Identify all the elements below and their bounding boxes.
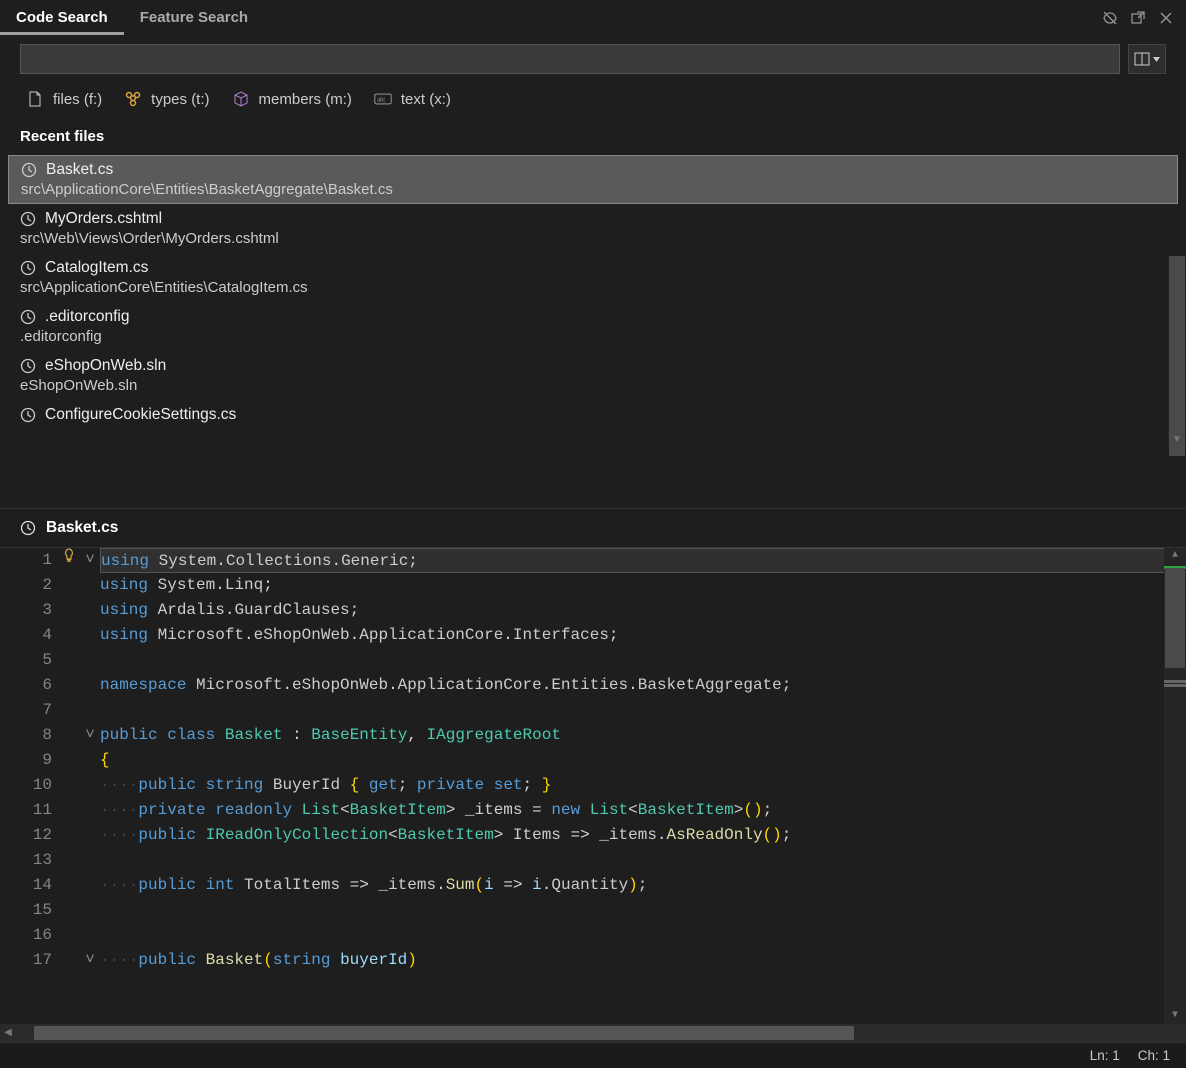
result-path: src\ApplicationCore\Entities\CatalogItem…	[20, 279, 1166, 296]
filter-types[interactable]: types (t:)	[124, 90, 209, 108]
result-item[interactable]: MyOrders.cshtml src\Web\Views\Order\MyOrd…	[0, 204, 1186, 253]
code-editor[interactable]: 1234567891011121314151617 ˅˅˅ using Syst…	[0, 548, 1186, 1024]
recent-files-header: Recent files	[0, 118, 1186, 155]
result-path: src\Web\Views\Order\MyOrders.cshtml	[20, 230, 1166, 247]
filter-label: types (t:)	[151, 91, 209, 108]
clock-icon	[20, 358, 36, 374]
popout-icon[interactable]	[1130, 10, 1146, 26]
status-line: Ln: 1	[1090, 1048, 1120, 1063]
types-icon	[124, 90, 142, 108]
result-path: src\ApplicationCore\Entities\BasketAggre…	[21, 181, 1165, 198]
clock-icon	[20, 211, 36, 227]
view-mode-button[interactable]	[1128, 44, 1166, 74]
tab-feature-search[interactable]: Feature Search	[124, 1, 264, 35]
eye-off-icon[interactable]	[1102, 10, 1118, 26]
result-item[interactable]: .editorconfig .editorconfig	[0, 302, 1186, 351]
result-name: ConfigureCookieSettings.cs	[45, 406, 236, 424]
clock-icon	[20, 520, 36, 536]
text-icon: ab|	[374, 90, 392, 108]
result-item[interactable]: CatalogItem.cs src\ApplicationCore\Entiti…	[0, 253, 1186, 302]
members-icon	[232, 90, 250, 108]
filter-files[interactable]: files (f:)	[26, 90, 102, 108]
clock-icon	[20, 407, 36, 423]
code-scrollbar[interactable]: ▲ ▼	[1164, 548, 1186, 1024]
preview-file-title: Basket.cs	[46, 519, 118, 537]
clock-icon	[20, 260, 36, 276]
close-icon[interactable]	[1158, 10, 1174, 26]
result-path: .editorconfig	[20, 328, 1166, 345]
result-item[interactable]: eShopOnWeb.sln eShopOnWeb.sln	[0, 351, 1186, 400]
filter-label: members (m:)	[259, 91, 352, 108]
svg-text:ab|: ab|	[377, 96, 384, 103]
result-name: eShopOnWeb.sln	[45, 357, 166, 375]
result-item[interactable]: Basket.cs src\ApplicationCore\Entities\Ba…	[8, 155, 1178, 204]
file-icon	[26, 90, 44, 108]
tab-code-search[interactable]: Code Search	[0, 1, 124, 35]
filter-label: text (x:)	[401, 91, 451, 108]
result-name: MyOrders.cshtml	[45, 210, 162, 228]
filter-label: files (f:)	[53, 91, 102, 108]
result-name: Basket.cs	[46, 161, 113, 179]
result-name: CatalogItem.cs	[45, 259, 148, 277]
status-char: Ch: 1	[1138, 1048, 1170, 1063]
result-item[interactable]: ConfigureCookieSettings.cs	[0, 400, 1186, 430]
clock-icon	[21, 162, 37, 178]
result-path: eShopOnWeb.sln	[20, 377, 1166, 394]
filter-members[interactable]: members (m:)	[232, 90, 352, 108]
results-scrollbar[interactable]: ▲ ▼	[1168, 256, 1186, 448]
filter-text[interactable]: ab| text (x:)	[374, 90, 451, 108]
clock-icon	[20, 309, 36, 325]
result-name: .editorconfig	[45, 308, 129, 326]
search-input[interactable]	[20, 44, 1120, 74]
horizontal-scrollbar[interactable]: ◀	[0, 1024, 1186, 1042]
results-pane: Recent files Basket.cs src\ApplicationCor…	[0, 118, 1186, 508]
